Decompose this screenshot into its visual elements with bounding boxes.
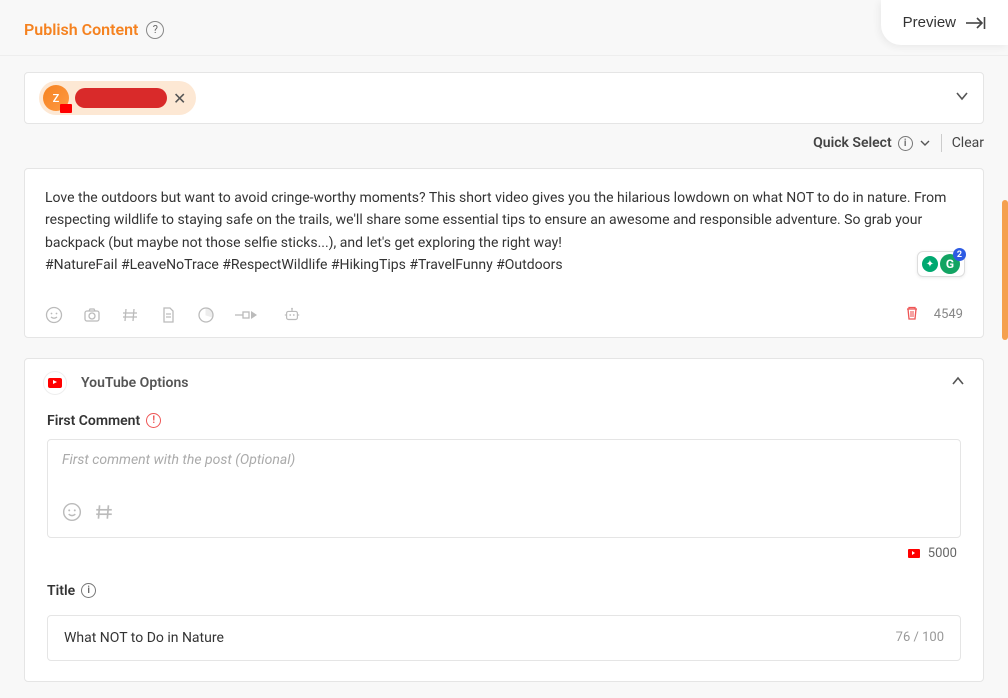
preview-button[interactable]: Preview: [881, 0, 1008, 45]
info-icon[interactable]: i: [81, 583, 96, 598]
quick-select-row: Quick Select i Clear: [24, 134, 984, 152]
title-counter: 76 / 100: [896, 630, 944, 645]
youtube-options-title: YouTube Options: [81, 375, 188, 391]
hashtag-icon[interactable]: [121, 306, 139, 324]
chevron-down-icon: [919, 137, 931, 149]
grammarly-count: 2: [953, 248, 966, 261]
avatar-letter: Z: [53, 92, 60, 105]
chip-close-icon[interactable]: ✕: [173, 89, 186, 108]
robot-icon[interactable]: [283, 306, 301, 324]
avatar: Z: [43, 85, 69, 111]
emoji-icon[interactable]: [62, 502, 82, 527]
info-icon[interactable]: ?: [146, 21, 164, 39]
page-header: Publish Content ?: [0, 0, 1008, 56]
emoji-icon[interactable]: [45, 306, 63, 324]
title-box: 76 / 100: [47, 615, 961, 661]
grammarly-icon: G 2: [940, 254, 960, 274]
grammarly-widget[interactable]: ✦ G 2: [917, 251, 965, 277]
title-label: Title: [47, 583, 75, 599]
arrow-right-icon: [966, 16, 986, 30]
composer-box: Love the outdoors but want to avoid crin…: [24, 168, 984, 338]
info-icon[interactable]: i: [898, 136, 913, 151]
youtube-badge-icon: [60, 104, 72, 113]
chart-icon[interactable]: [197, 306, 215, 324]
hashtag-icon[interactable]: [94, 502, 114, 527]
quick-select-label[interactable]: Quick Select i: [813, 135, 931, 151]
account-chip: Z ✕: [39, 81, 196, 115]
title-label-wrap: Title i: [47, 583, 96, 599]
account-name-redacted: [75, 88, 167, 108]
page-title: Publish Content: [24, 20, 138, 39]
first-comment-limit: 5000: [928, 546, 957, 561]
preview-label: Preview: [903, 14, 956, 31]
youtube-mini-icon: [908, 549, 920, 558]
youtube-icon: [43, 371, 67, 395]
shorten-link-icon[interactable]: [235, 306, 263, 324]
first-comment-label: First Comment: [47, 413, 140, 429]
youtube-options-header[interactable]: YouTube Options: [25, 359, 983, 407]
first-comment-input[interactable]: [62, 452, 946, 492]
first-comment-label-wrap: First Comment !: [47, 413, 161, 429]
first-comment-box: [47, 439, 961, 538]
composer-textarea[interactable]: Love the outdoors but want to avoid crin…: [45, 187, 963, 277]
separator: [941, 134, 942, 152]
chevron-down-icon[interactable]: [955, 89, 969, 107]
composer-toolbar: 4549: [45, 305, 963, 325]
composer-body: Love the outdoors but want to avoid crin…: [45, 190, 946, 251]
trash-icon[interactable]: [904, 305, 920, 325]
title-input[interactable]: [64, 630, 896, 646]
chevron-up-icon[interactable]: [951, 374, 965, 392]
bulb-icon: ✦: [922, 256, 938, 272]
account-selector[interactable]: Z ✕: [24, 72, 984, 124]
composer-hashtags: #NatureFail #LeaveNoTrace #RespectWildli…: [45, 257, 563, 273]
youtube-options-section: YouTube Options First Comment !: [24, 358, 984, 682]
page-title-wrap: Publish Content ?: [24, 20, 164, 39]
char-count: 4549: [934, 307, 963, 322]
camera-icon[interactable]: [83, 306, 101, 324]
clear-button[interactable]: Clear: [952, 135, 984, 151]
alert-icon[interactable]: !: [146, 413, 161, 428]
scrollbar-thumb[interactable]: [1002, 200, 1008, 340]
document-icon[interactable]: [159, 306, 177, 324]
first-comment-counter-row: 5000: [47, 538, 961, 583]
